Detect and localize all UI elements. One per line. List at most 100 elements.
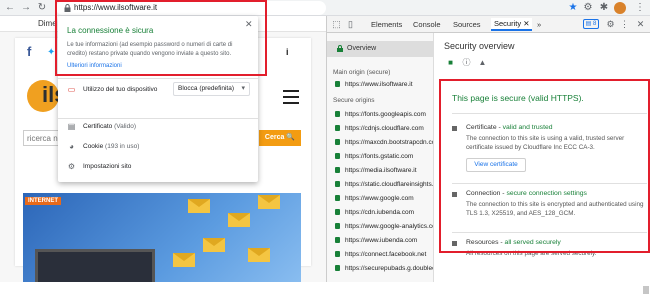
sidebar-item-origin[interactable]: https://maxcdn.bootstrapcdn.com bbox=[335, 139, 434, 149]
more-info-link[interactable]: Ulteriori informazioni bbox=[67, 63, 122, 69]
warning-icon: ▲ bbox=[478, 58, 487, 67]
close-devtools-icon[interactable]: ✕ bbox=[635, 19, 646, 30]
reload-icon[interactable]: ↻ bbox=[36, 2, 48, 14]
sidebar-item-origin[interactable]: https://www.google.com bbox=[335, 195, 433, 205]
lock-icon bbox=[335, 139, 340, 145]
tab-elements[interactable]: Elements bbox=[371, 20, 402, 29]
extensions-puzzle-icon[interactable]: ✱ bbox=[598, 2, 610, 14]
avatar[interactable] bbox=[614, 2, 626, 14]
tab-console[interactable]: Console bbox=[413, 20, 441, 29]
sidebar-item-origin[interactable]: https://fonts.googleapis.com bbox=[335, 111, 433, 121]
lock-icon bbox=[335, 81, 340, 87]
device-usage-select[interactable]: Blocca (predefinita) ▾ bbox=[173, 82, 250, 96]
category-badge[interactable]: INTERNET bbox=[25, 197, 61, 205]
more-options-icon[interactable]: ⋮ bbox=[619, 19, 630, 30]
origin-url: https://media.ilsoftware.it bbox=[345, 167, 417, 174]
twitter-icon[interactable]: ✦ bbox=[47, 47, 55, 58]
security-summary: This page is secure (valid HTTPS). Certi… bbox=[440, 77, 650, 280]
tab-sources[interactable]: Sources bbox=[453, 20, 481, 29]
sidebar-item-label: Overview bbox=[347, 45, 377, 52]
sidebar-item-origin[interactable]: https://static.cloudflareinsights.com bbox=[335, 181, 434, 191]
tab-security[interactable]: Security ✕ bbox=[491, 18, 533, 31]
inspect-element-icon[interactable]: ⬚ bbox=[331, 19, 342, 30]
divider bbox=[452, 183, 647, 184]
address-bar[interactable]: https://www.ilsoftware.it bbox=[56, 1, 326, 15]
security-sidebar: Overview Main origin (secure) https://ww… bbox=[327, 33, 434, 282]
lock-icon bbox=[335, 209, 340, 215]
facebook-icon[interactable]: f bbox=[27, 44, 31, 59]
search-icon: 🔍 bbox=[286, 134, 296, 141]
sidebar-item-origin[interactable]: https://cdnjs.cloudflare.com bbox=[335, 125, 433, 135]
close-icon[interactable]: ✕ bbox=[245, 19, 253, 30]
main-origin-header: Main origin (secure) bbox=[333, 69, 391, 76]
lock-icon[interactable] bbox=[64, 4, 71, 12]
origin-url: https://static.cloudflareinsights.com bbox=[345, 181, 434, 188]
connection-status-icon bbox=[452, 192, 457, 197]
lock-icon bbox=[335, 251, 340, 257]
page-tab-label[interactable]: Dime bbox=[38, 19, 57, 28]
info-circle-icon: ⓘ bbox=[462, 58, 471, 67]
site-search-button[interactable]: Cerca 🔍 bbox=[259, 130, 301, 146]
bookmark-star-icon[interactable]: ★ bbox=[567, 2, 579, 14]
certificate-row[interactable]: ▤ Certificato (Valido) bbox=[67, 122, 187, 132]
lock-icon bbox=[335, 167, 340, 173]
chevron-down-icon: ▾ bbox=[241, 85, 245, 92]
settings-gear-icon[interactable]: ⚙ bbox=[605, 19, 616, 30]
lock-icon bbox=[335, 111, 340, 117]
envelope-icon bbox=[203, 238, 225, 252]
resources-section: Resources - all served securely All reso… bbox=[452, 239, 647, 269]
sidebar-item-origin[interactable]: https://fonts.gstatic.com bbox=[335, 153, 433, 163]
resources-label: Resources bbox=[466, 239, 499, 246]
origin-url: https://www.google.com bbox=[345, 195, 414, 202]
security-overview: Security overview ■ ⓘ ▲ This page is sec… bbox=[434, 33, 650, 282]
site-settings-row[interactable]: ⚙ Impostazioni sito bbox=[67, 162, 187, 172]
sidebar-item-origin[interactable]: https://connect.facebook.net bbox=[335, 251, 433, 261]
resources-description: All resources on this page are served se… bbox=[466, 250, 597, 257]
sidebar-item-origin[interactable]: https://cdn.iubenda.com bbox=[335, 209, 433, 219]
sidebar-item-origin[interactable]: https://www.iubenda.com bbox=[335, 237, 433, 247]
close-tab-icon[interactable]: ✕ bbox=[523, 19, 529, 28]
devtools-tab-bar: ⬚ ▯ Elements Console Sources Security ✕ … bbox=[327, 16, 650, 33]
sidebar-item-overview[interactable]: Overview bbox=[327, 41, 433, 57]
connection-section: Connection - secure connection settings … bbox=[452, 190, 647, 230]
back-icon[interactable]: ← bbox=[4, 2, 16, 14]
issues-badge[interactable]: ▤ 8 bbox=[583, 19, 599, 29]
origin-url: https://www.google-analytics.com bbox=[345, 223, 434, 230]
sidebar-item-main-origin[interactable]: https://www.ilsoftware.it bbox=[335, 81, 433, 91]
envelope-icon bbox=[248, 248, 270, 262]
origin-url: https://fonts.googleapis.com bbox=[345, 111, 426, 118]
sidebar-item-origin[interactable]: https://www.google-analytics.com bbox=[335, 223, 434, 233]
origin-url: https://connect.facebook.net bbox=[345, 251, 427, 258]
device-usage-label: Utilizzo del tuo dispositivo bbox=[83, 86, 158, 93]
origin-url: https://maxcdn.bootstrapcdn.com bbox=[345, 139, 434, 146]
cookie-row[interactable]: ◕ Cookie (193 in uso) bbox=[67, 142, 187, 152]
article-hero-image[interactable]: INTERNET bbox=[23, 193, 301, 282]
forward-icon[interactable]: → bbox=[20, 2, 32, 14]
scrollbar-handle[interactable] bbox=[643, 286, 649, 294]
secure-origins-header: Secure origins bbox=[333, 97, 375, 104]
more-tabs-icon[interactable]: » bbox=[537, 20, 541, 29]
info-icon[interactable]: i bbox=[286, 47, 289, 57]
hamburger-menu-icon[interactable] bbox=[283, 90, 299, 104]
view-certificate-button[interactable]: View certificate bbox=[466, 158, 526, 172]
resources-status-icon bbox=[452, 241, 457, 246]
envelope-icon bbox=[228, 213, 250, 227]
laptop-image bbox=[35, 249, 155, 282]
extension-icon[interactable]: ⚙ bbox=[582, 2, 594, 14]
sidebar-item-origin[interactable]: https://securepubads.g.doubleclick.net bbox=[335, 265, 433, 275]
envelope-icon bbox=[188, 199, 210, 213]
origin-url: https://cdn.iubenda.com bbox=[345, 209, 415, 216]
issues-count: 8 bbox=[593, 21, 597, 27]
certificate-label: Certificate bbox=[466, 124, 497, 131]
divider bbox=[452, 113, 647, 114]
certificate-status-icon bbox=[452, 126, 457, 131]
connection-label: Connection bbox=[466, 190, 501, 197]
browser-toolbar: ← → ↻ https://www.ilsoftware.it ★ ⚙ ✱ ⋮ bbox=[0, 0, 650, 16]
certificate-icon: ▤ bbox=[67, 122, 76, 131]
menu-icon[interactable]: ⋮ bbox=[634, 2, 646, 14]
sidebar-item-origin[interactable]: https://media.ilsoftware.it bbox=[335, 167, 433, 177]
device-toolbar-icon[interactable]: ▯ bbox=[345, 19, 356, 30]
origin-url: https://fonts.gstatic.com bbox=[345, 153, 414, 160]
origin-url: https://www.ilsoftware.it bbox=[345, 81, 413, 88]
origin-url: https://www.iubenda.com bbox=[345, 237, 418, 244]
